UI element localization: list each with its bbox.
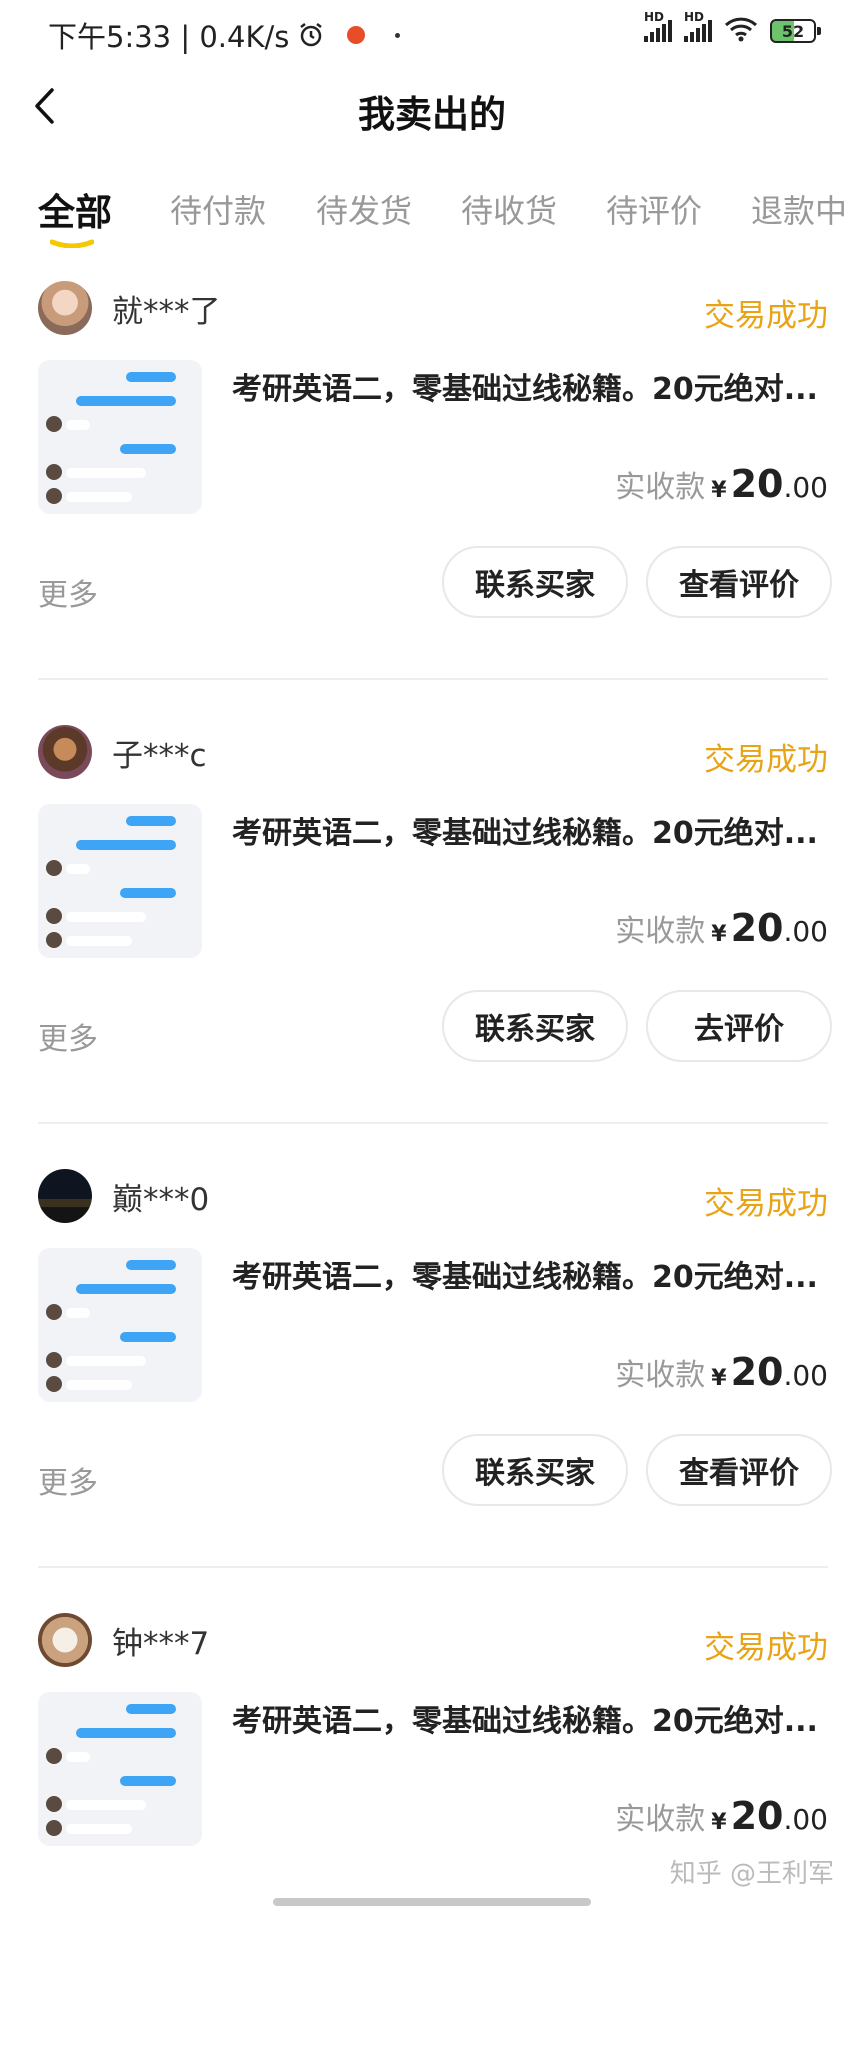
price-label: 实收款 xyxy=(615,470,706,505)
order-status: 交易成功 xyxy=(704,742,828,778)
time-and-speed: 下午5:33 | 0.4K/s xyxy=(48,20,290,54)
tab-pending-payment[interactable]: 待付款 xyxy=(170,186,266,232)
order-card[interactable]: 就***了 交易成功 考研英语二，零基础过线秘籍。20元绝对... 实收款 ¥ … xyxy=(0,280,864,724)
buyer-name: 钟***7 xyxy=(112,1625,210,1662)
price-label: 实收款 xyxy=(615,914,706,949)
price-decimal: .00 xyxy=(783,471,828,504)
product-title[interactable]: 考研英语二，零基础过线秘籍。20元绝对... xyxy=(232,1696,832,1740)
buyer-name: 子***c xyxy=(112,737,207,774)
buyer-avatar xyxy=(38,281,92,335)
alarm-icon xyxy=(297,21,325,49)
order-status: 交易成功 xyxy=(704,298,828,334)
price-row: 实收款 ¥ 20 .00 xyxy=(615,906,828,950)
signal-2-icon: HD xyxy=(684,10,712,42)
hd-label-2: HD xyxy=(684,10,705,24)
product-title[interactable]: 考研英语二，零基础过线秘籍。20元绝对... xyxy=(232,1252,832,1296)
tab-refunding[interactable]: 退款中 xyxy=(751,186,847,232)
order-status: 交易成功 xyxy=(704,1186,828,1222)
buyer-row: 子***c xyxy=(38,724,207,780)
price-decimal: .00 xyxy=(783,1803,828,1836)
product-thumbnail[interactable] xyxy=(38,360,202,514)
price-decimal: .00 xyxy=(783,915,828,948)
price-integer: 20 xyxy=(730,906,784,950)
write-review-button[interactable]: 去评价 xyxy=(646,990,832,1062)
order-status: 交易成功 xyxy=(704,1630,828,1666)
status-left: 下午5:33 | 0.4K/s xyxy=(48,14,401,56)
signal-1-icon: HD xyxy=(644,10,672,42)
buyer-row: 就***了 xyxy=(38,280,221,336)
tab-pending-shipment[interactable]: 待发货 xyxy=(316,186,412,232)
more-button[interactable]: 更多 xyxy=(38,1014,98,1058)
page-title: 我卖出的 xyxy=(358,93,506,136)
currency-symbol: ¥ xyxy=(711,1366,727,1391)
contact-buyer-button[interactable]: 联系买家 xyxy=(442,1434,628,1506)
product-thumbnail[interactable] xyxy=(38,804,202,958)
more-button[interactable]: 更多 xyxy=(38,1458,98,1502)
price-row: 实收款 ¥ 20 .00 xyxy=(615,1794,828,1838)
divider xyxy=(38,1122,828,1124)
product-thumbnail[interactable] xyxy=(38,1248,202,1402)
tab-pending-receipt[interactable]: 待收货 xyxy=(461,186,557,232)
buyer-row: 钟***7 xyxy=(38,1612,209,1668)
view-review-button[interactable]: 查看评价 xyxy=(646,546,832,618)
currency-symbol: ¥ xyxy=(711,922,727,947)
buyer-avatar xyxy=(38,1169,92,1223)
tab-pending-review[interactable]: 待评价 xyxy=(606,186,702,232)
more-button[interactable]: 更多 xyxy=(38,570,98,614)
status-bar: 下午5:33 | 0.4K/s HD HD 52 xyxy=(0,0,864,66)
more-notifications-dot xyxy=(395,32,401,38)
order-tabs: 全部 待付款 待发货 待收货 待评价 退款中 xyxy=(0,186,864,256)
battery-icon: 52 xyxy=(770,19,821,43)
view-review-button[interactable]: 查看评价 xyxy=(646,1434,832,1506)
currency-symbol: ¥ xyxy=(711,1810,727,1835)
price-integer: 20 xyxy=(730,462,784,506)
tab-all[interactable]: 全部 xyxy=(38,182,112,236)
status-right: HD HD 52 xyxy=(644,10,821,46)
app-notification-icon xyxy=(347,26,366,44)
zhihu-watermark: 知乎 @王利军 xyxy=(669,1859,834,1889)
price-integer: 20 xyxy=(730,1794,784,1838)
buyer-row: 巅***0 xyxy=(38,1168,209,1224)
order-card[interactable]: 子***c 交易成功 考研英语二，零基础过线秘籍。20元绝对... 实收款 ¥ … xyxy=(0,724,864,1168)
buyer-name: 就***了 xyxy=(112,293,221,330)
home-indicator[interactable] xyxy=(273,1898,591,1906)
buyer-avatar xyxy=(38,1613,92,1667)
product-thumbnail[interactable] xyxy=(38,1692,202,1846)
buyer-avatar xyxy=(38,725,92,779)
price-decimal: .00 xyxy=(783,1359,828,1392)
price-row: 实收款 ¥ 20 .00 xyxy=(615,1350,828,1394)
product-title[interactable]: 考研英语二，零基础过线秘籍。20元绝对... xyxy=(232,808,832,852)
product-title[interactable]: 考研英语二，零基础过线秘籍。20元绝对... xyxy=(232,364,832,408)
buyer-name: 巅***0 xyxy=(112,1181,210,1218)
currency-symbol: ¥ xyxy=(711,478,727,503)
divider xyxy=(38,678,828,680)
price-row: 实收款 ¥ 20 .00 xyxy=(615,462,828,506)
hd-label-1: HD xyxy=(644,10,665,24)
price-label: 实收款 xyxy=(615,1802,706,1837)
order-card[interactable]: 钟***7 交易成功 考研英语二，零基础过线秘籍。20元绝对... 实收款 ¥ … xyxy=(0,1612,864,2056)
wifi-icon xyxy=(724,16,758,46)
price-integer: 20 xyxy=(730,1350,784,1394)
order-card[interactable]: 巅***0 交易成功 考研英语二，零基础过线秘籍。20元绝对... 实收款 ¥ … xyxy=(0,1168,864,1612)
contact-buyer-button[interactable]: 联系买家 xyxy=(442,546,628,618)
divider xyxy=(38,1566,828,1568)
tab-active-indicator xyxy=(50,239,94,248)
nav-bar: 我卖出的 xyxy=(0,66,864,146)
contact-buyer-button[interactable]: 联系买家 xyxy=(442,990,628,1062)
price-label: 实收款 xyxy=(615,1358,706,1393)
